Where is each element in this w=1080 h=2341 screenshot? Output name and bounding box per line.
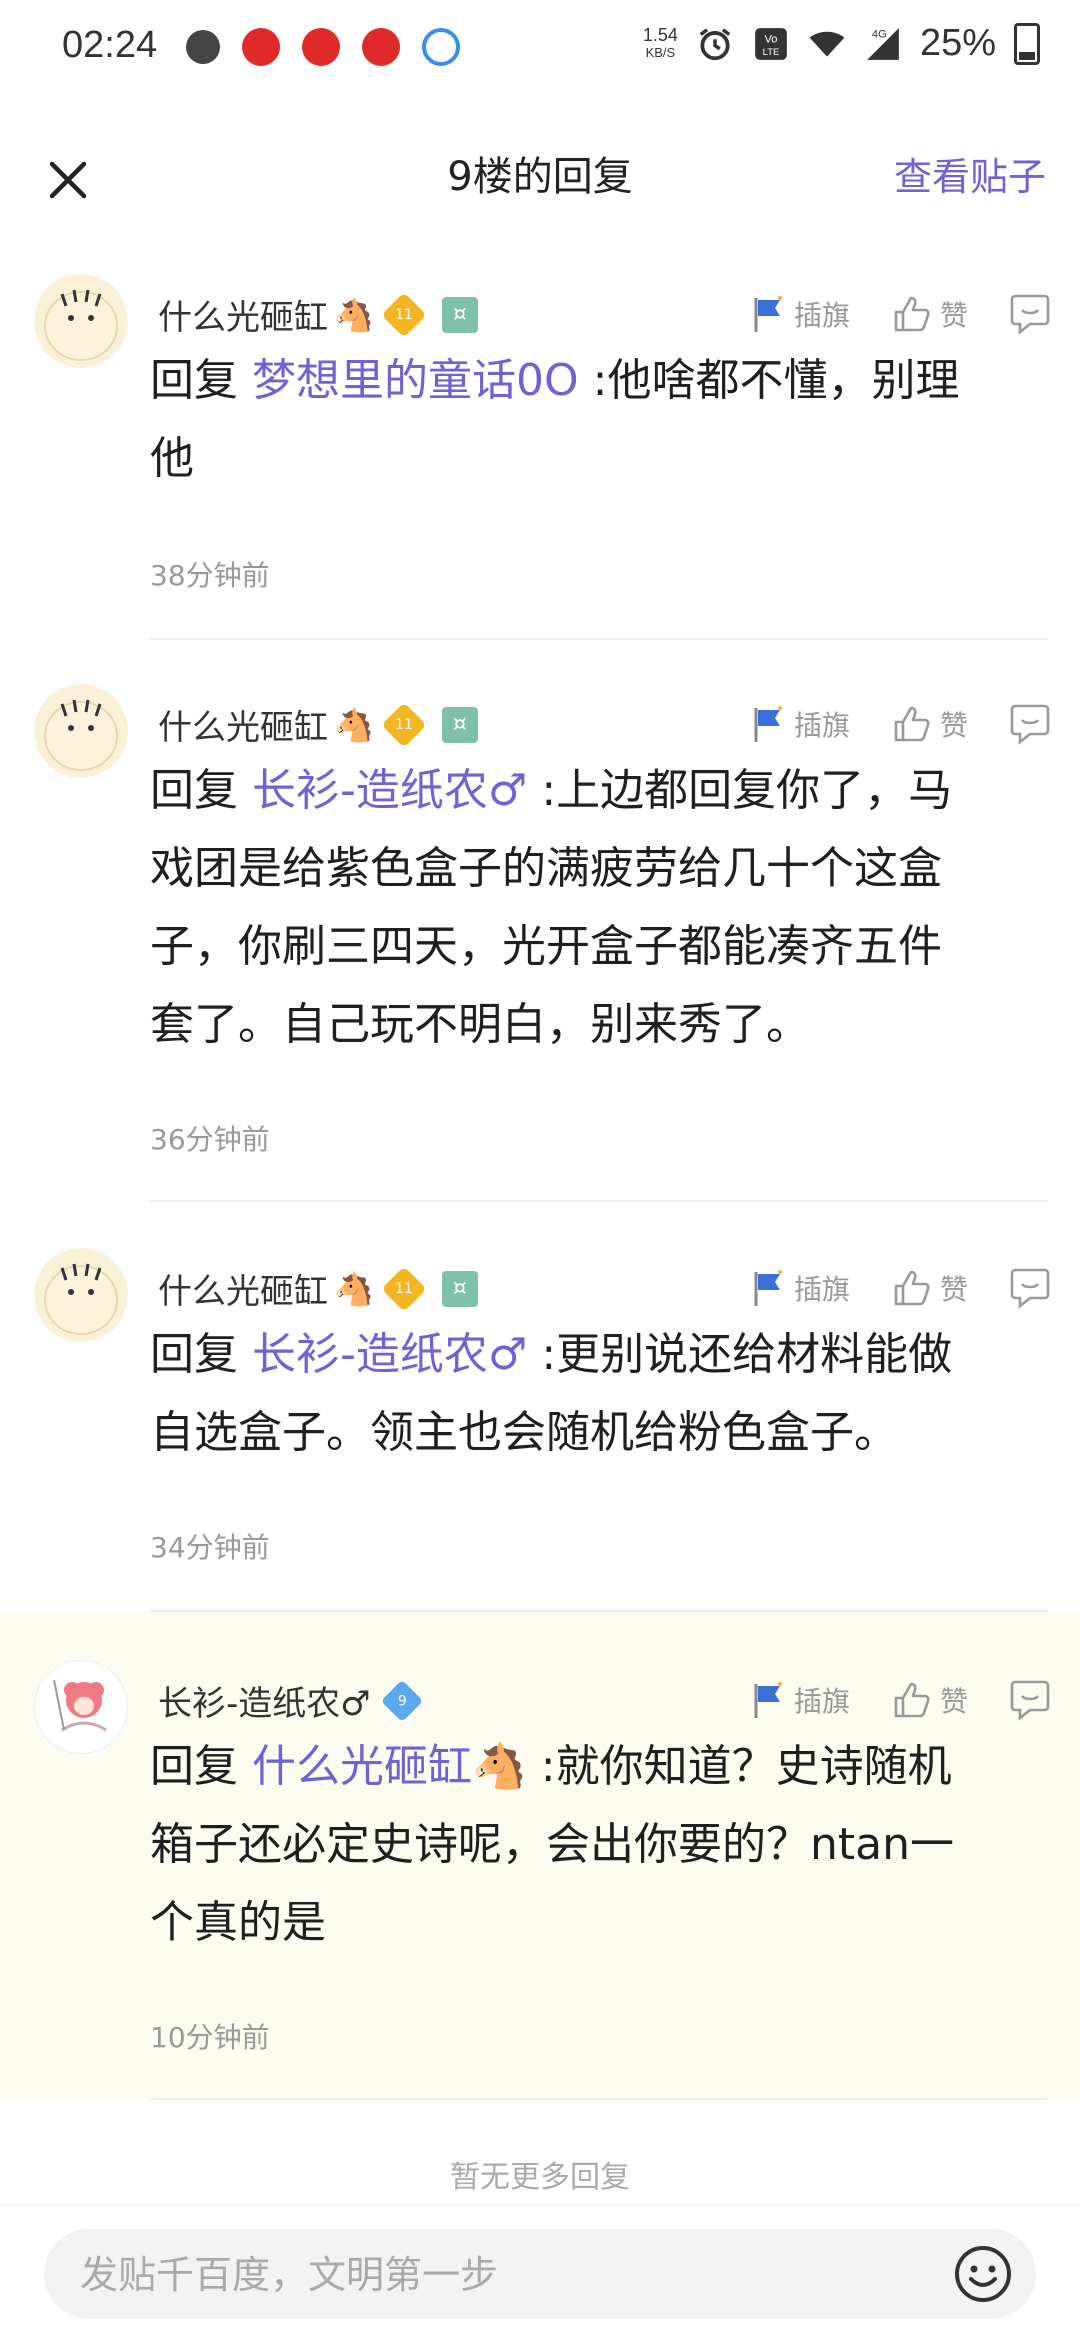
reply-input-container[interactable] (44, 2229, 1036, 2321)
thumbs-up-icon (894, 1270, 930, 1306)
reply-content: 回复 长衫-造纸农♂ :更别说还给材料能做 自选盒子。领主也会随机给粉色盒子。 (150, 1329, 953, 1458)
level-badge-icon: 11 (381, 291, 427, 338)
divider (150, 1200, 1048, 1202)
network-speed: 1.54 KB/S (642, 24, 678, 60)
comment-icon[interactable] (1008, 1678, 1052, 1722)
thumbs-up-icon (894, 296, 930, 332)
flag-icon (754, 706, 782, 742)
flag-button[interactable]: 插旗 (750, 704, 850, 744)
reply-item: 什么光砸缸 🐴 11 ¤ 插旗 赞 回复 长衫-造纸农♂ :上边都回复你了，马 … (0, 672, 1080, 1202)
username[interactable]: 什么光砸缸 🐴 11 ¤ (158, 700, 478, 749)
reply-actions: 插旗 赞 (750, 1266, 1052, 1310)
reply-actions: 插旗 赞 (750, 1678, 1052, 1722)
username[interactable]: 什么光砸缸 🐴 11 ¤ (158, 1264, 478, 1313)
member-badge-icon: ¤ (441, 296, 478, 333)
notification-icons (186, 28, 460, 66)
page-header: 9楼的回复 查看贴子 (0, 120, 1080, 230)
avatar[interactable] (34, 274, 128, 368)
reply-input[interactable] (78, 2229, 962, 2321)
reply-item: 什么光砸缸 🐴 11 ¤ 插旗 赞 回复 梦想里的童话0O :他啥都不懂，别理 … (0, 262, 1080, 640)
level-badge-icon: 11 (381, 1265, 427, 1312)
view-post-link[interactable]: 查看贴子 (894, 146, 1046, 201)
status-time: 02:24 (62, 24, 158, 66)
username[interactable]: 什么光砸缸 🐴 11 ¤ (158, 290, 478, 339)
reply-time: 34分钟前 (150, 1531, 270, 1564)
mention-link[interactable]: 梦想里的童话0O (252, 355, 579, 406)
reply-content: 回复 梦想里的童话0O :他啥都不懂，别理 他 (150, 355, 960, 484)
divider (150, 2098, 1048, 2100)
flag-icon (754, 296, 782, 332)
app-notification-icon (422, 28, 460, 66)
flag-icon (754, 1270, 782, 1306)
comment-icon[interactable] (1008, 702, 1052, 746)
volte-icon: Vo LTE (755, 27, 787, 60)
flag-button[interactable]: 插旗 (750, 294, 850, 334)
reply-actions: 插旗 赞 (750, 292, 1052, 336)
like-button[interactable]: 赞 (892, 704, 968, 744)
flag-button[interactable]: 插旗 (750, 1268, 850, 1308)
avatar[interactable] (34, 1248, 128, 1342)
level-badge-icon: 11 (381, 701, 427, 748)
no-more-replies-text: 暂无更多回复 (450, 2160, 630, 2195)
mention-link[interactable]: 什么光砸缸🐴 (252, 1741, 527, 1792)
video-app-notification-icon (362, 28, 400, 66)
status-bar: 02:24 1.54 KB/S Vo LTE 4G 25% (0, 0, 1080, 100)
member-badge-icon: ¤ (441, 706, 478, 743)
message-notification-icon (186, 30, 220, 64)
comment-icon[interactable] (1008, 292, 1052, 336)
battery-icon (1014, 22, 1040, 65)
reply-time: 36分钟前 (150, 1123, 270, 1156)
comment-icon[interactable] (1008, 1266, 1052, 1310)
divider (150, 638, 1048, 640)
reply-time: 38分钟前 (150, 559, 270, 592)
reply-content: 回复 长衫-造纸农♂ :上边都回复你了，马 戏团是给紫色盒子的满疲劳给几十个这盒… (150, 765, 953, 1050)
horse-emoji-icon: 🐴 (334, 705, 374, 744)
flag-button[interactable]: 插旗 (750, 1680, 850, 1720)
like-button[interactable]: 赞 (892, 1268, 968, 1308)
wifi-icon (809, 31, 845, 57)
reply-content: 回复 什么光砸缸🐴 :就你知道？史诗随机 箱子还必定史诗呢，会出你要的？ntan… (150, 1741, 954, 1948)
reply-item: 什么光砸缸 🐴 11 ¤ 插旗 赞 回复 长衫-造纸农♂ :更别说还给材料能做 … (0, 1236, 1080, 1612)
thumbs-up-icon (894, 706, 930, 742)
video-app-notification-icon (242, 28, 280, 66)
like-button[interactable]: 赞 (892, 1680, 968, 1720)
mention-link[interactable]: 长衫-造纸农♂ (252, 765, 527, 816)
reply-actions: 插旗 赞 (750, 702, 1052, 746)
mention-link[interactable]: 长衫-造纸农♂ (252, 1329, 527, 1380)
video-app-notification-icon (302, 28, 340, 66)
svg-text:4G: 4G (872, 28, 887, 40)
avatar[interactable] (34, 1660, 128, 1754)
signal-4g-icon: 4G (867, 27, 899, 60)
username[interactable]: 长衫-造纸农♂ 9 (158, 1676, 423, 1725)
level-badge-icon: 9 (380, 1679, 423, 1722)
emoji-icon[interactable] (952, 2243, 1014, 2305)
avatar[interactable] (34, 684, 128, 778)
reply-time: 10分钟前 (150, 2021, 270, 2054)
flag-icon (754, 1682, 782, 1718)
svg-text:Vo: Vo (764, 33, 777, 45)
svg-text:LTE: LTE (763, 47, 780, 58)
horse-emoji-icon: 🐴 (334, 1269, 374, 1308)
battery-percent: 25% (919, 22, 996, 64)
member-badge-icon: ¤ (441, 1270, 478, 1307)
alarm-icon (699, 27, 731, 60)
like-button[interactable]: 赞 (892, 294, 968, 334)
thumbs-up-icon (894, 1682, 930, 1718)
reply-item-highlighted: 长衫-造纸农♂ 9 插旗 赞 回复 什么光砸缸🐴 :就你知道？史诗随机 箱子还必… (0, 1612, 1080, 2100)
reply-input-bar (0, 2204, 1080, 2341)
horse-emoji-icon: 🐴 (334, 295, 374, 334)
